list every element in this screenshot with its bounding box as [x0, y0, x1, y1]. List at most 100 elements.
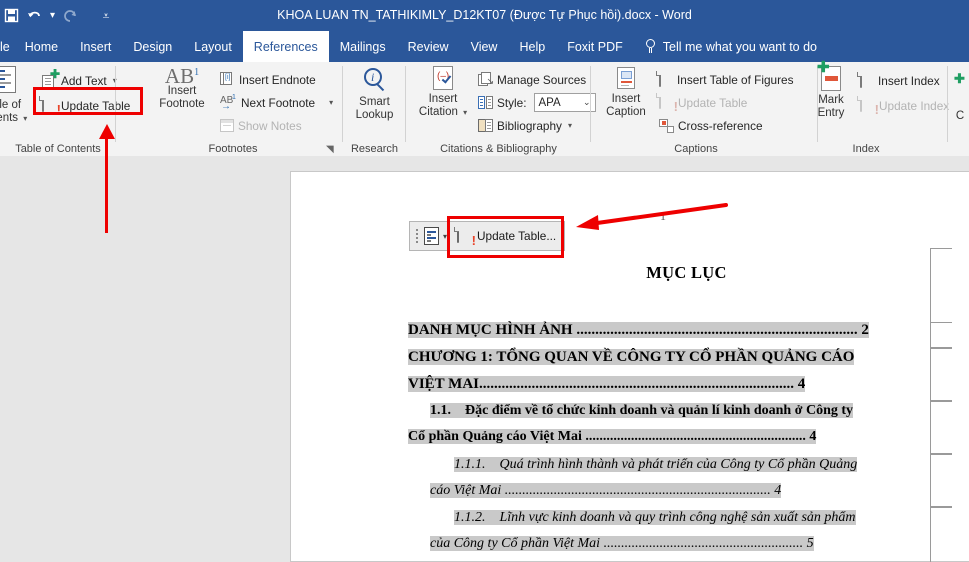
insert-citation-label-line1: Insert — [428, 93, 458, 105]
manage-sources-button[interactable]: ↘ Manage Sources — [478, 69, 586, 90]
insert-caption-button[interactable]: Insert Caption — [597, 67, 655, 119]
update-index-icon: ! — [857, 96, 879, 116]
style-icon — [478, 95, 493, 110]
ribbon: ble of ntents ▾ ✚ Add Text ▾ ! Update Ta… — [0, 60, 969, 157]
chevron-down-icon: ▾ — [567, 121, 572, 130]
insert-index-button[interactable]: Insert Index — [857, 70, 940, 91]
table-of-contents-label-line1: ble of — [0, 99, 22, 111]
footnotes-dialog-launcher[interactable]: ◥ — [326, 144, 337, 155]
toc-entry-text: Cổ phần Quảng cáo Việt Mai — [408, 429, 582, 444]
tab-home[interactable]: Home — [14, 31, 69, 62]
drag-handle-icon[interactable] — [414, 227, 422, 245]
citation-style-select[interactable]: APA ⌄ — [533, 93, 596, 112]
update-table-icon: ! — [656, 93, 678, 113]
field-bracket — [930, 322, 952, 348]
citation-style-row: Style: APA ⌄ — [478, 92, 596, 113]
field-bracket — [930, 401, 952, 454]
tab-mailings[interactable]: Mailings — [329, 31, 397, 62]
field-bracket — [930, 248, 952, 322]
toc-entry-text: CHƯƠNG 1: TỔNG QUAN VỀ CÔNG TY CỔ PHẦN Q… — [408, 349, 855, 365]
add-text-label: Add Text — [61, 73, 107, 88]
toc-page-number: 4 — [797, 375, 806, 392]
insert-citation-icon: (–) — [433, 66, 453, 90]
next-footnote-label: Next Footnote — [241, 95, 316, 110]
tell-me-label: Tell me what you want to do — [662, 39, 817, 54]
group-label-index: Index — [852, 143, 880, 155]
next-footnote-button[interactable]: AB 1 → Next Footnote ▾ — [220, 92, 333, 113]
group-label-citations-bibliography: Citations & Bibliography — [440, 143, 557, 155]
insert-index-icon — [857, 71, 874, 89]
insert-index-label: Insert Index — [878, 73, 940, 88]
toc-page-number: 4 — [809, 429, 817, 444]
manage-sources-label: Manage Sources — [497, 72, 587, 87]
insert-endnote-icon: [i] — [220, 72, 235, 87]
insert-endnote-label: Insert Endnote — [239, 72, 316, 87]
mark-entry-label-line2: Entry — [817, 107, 845, 119]
toc-entry[interactable]: 1.1.2. Lĩnh vực kinh doanh và quy trình … — [404, 505, 969, 557]
mark-entry-icon: ✚ — [817, 60, 841, 91]
ribbon-group-research: i Smart Lookup Research — [343, 62, 406, 156]
bibliography-icon — [478, 118, 493, 133]
tab-references[interactable]: References — [242, 31, 329, 62]
chevron-down-icon: ▾ — [463, 108, 468, 117]
toc-entry[interactable]: CHƯƠNG 1: TỔNG QUAN VỀ CÔNG TY CỔ PHẦN Q… — [404, 344, 934, 397]
group-label-table-of-contents: Table of Contents — [15, 143, 101, 155]
mark-entry-button[interactable]: ✚ Mark Entry — [806, 60, 856, 120]
window-title: KHOA LUAN TN_TATHIKIMLY_D12KT07 (Được Tự… — [277, 8, 692, 22]
annotation-box-ribbon-update-table — [33, 87, 143, 115]
insert-caption-label-line2: Caption — [606, 106, 646, 118]
tab-design[interactable]: Design — [122, 31, 183, 62]
tab-view[interactable]: View — [460, 31, 509, 62]
smart-lookup-button[interactable]: i Smart Lookup — [343, 68, 406, 122]
update-table-figures-button: ! Update Table — [656, 92, 748, 113]
table-of-figures-icon — [656, 70, 673, 88]
insert-endnote-button[interactable]: [i] Insert Endnote — [220, 69, 316, 90]
insert-table-of-figures-label: Insert Table of Figures — [677, 72, 794, 87]
toc-entry[interactable]: 1.1. Đặc điểm về tổ chức kinh doanh và q… — [404, 398, 956, 450]
toc-entry-text: DANH MỤC HÌNH ẢNH — [408, 322, 573, 338]
smart-lookup-icon: i — [363, 68, 387, 92]
toc-entry-text: 1.1. Đặc điểm về tổ chức kinh doanh và q… — [430, 403, 854, 418]
toc-entry[interactable]: DANH MỤC HÌNH ẢNH ......................… — [404, 317, 934, 344]
toc-leader: ........................................… — [479, 375, 798, 392]
mark-citation-icon-partial[interactable]: ✚ — [954, 68, 965, 89]
table-of-authorities-button-partial[interactable]: C — [952, 110, 968, 123]
tab-foxit-pdf[interactable]: Foxit PDF — [556, 31, 634, 62]
insert-footnote-button[interactable]: AB1 Insert Footnote — [150, 66, 214, 111]
toc-entry-text: của Công ty Cổ phần Việt Mai — [430, 536, 601, 551]
insert-table-of-figures-button[interactable]: Insert Table of Figures — [656, 69, 794, 90]
insert-footnote-label-line1: Insert — [167, 85, 197, 97]
field-bracket — [930, 507, 952, 562]
mark-entry-label-line1: Mark — [818, 94, 844, 106]
bibliography-button[interactable]: Bibliography ▾ — [478, 115, 572, 136]
cross-reference-button[interactable]: Cross-reference — [659, 115, 763, 136]
lightbulb-icon — [644, 39, 657, 54]
tab-help[interactable]: Help — [508, 31, 556, 62]
title-bar: ▾ ⩡ KHOA LUAN TN_TATHIKIMLY_D12KT07 (Đượ… — [0, 0, 969, 31]
tab-layout[interactable]: Layout — [183, 31, 243, 62]
chevron-down-icon: ▾ — [329, 98, 334, 107]
toc-entry[interactable]: 1.1.1. Quá trình hình thành và phát triể… — [404, 452, 969, 504]
ribbon-group-citations-bibliography: (–) Insert Citation ▾ ↘ Manage Sources S… — [406, 62, 596, 156]
tab-file[interactable]: le — [0, 31, 14, 62]
insert-citation-button[interactable]: (–) Insert Citation ▾ — [412, 66, 474, 119]
style-label: Style: — [497, 95, 527, 110]
smart-lookup-label-line2: Lookup — [355, 109, 394, 121]
tell-me-search[interactable]: Tell me what you want to do — [634, 31, 827, 62]
field-bracket — [930, 348, 952, 401]
update-table-figures-label: Update Table — [678, 95, 748, 110]
update-index-label: Update Index — [879, 98, 950, 113]
annotation-arrow-diagonal — [576, 203, 728, 230]
insert-citation-label-line2: Citation ▾ — [418, 106, 468, 118]
table-of-authorities-label: C — [955, 110, 965, 122]
ribbon-group-index: ✚ Mark Entry Insert Index ! Update Index… — [800, 60, 950, 156]
annotation-arrow-shaft-vertical — [105, 133, 108, 233]
tab-insert[interactable]: Insert — [69, 31, 122, 62]
smart-lookup-label-line1: Smart — [359, 96, 390, 108]
insert-footnote-label-line2: Footnote — [159, 98, 205, 110]
toc-page-number: 2 — [861, 322, 869, 338]
tab-review[interactable]: Review — [397, 31, 460, 62]
show-notes-icon — [220, 119, 234, 132]
next-footnote-icon: AB 1 → — [220, 94, 236, 112]
toc-field-icon[interactable] — [424, 227, 439, 245]
